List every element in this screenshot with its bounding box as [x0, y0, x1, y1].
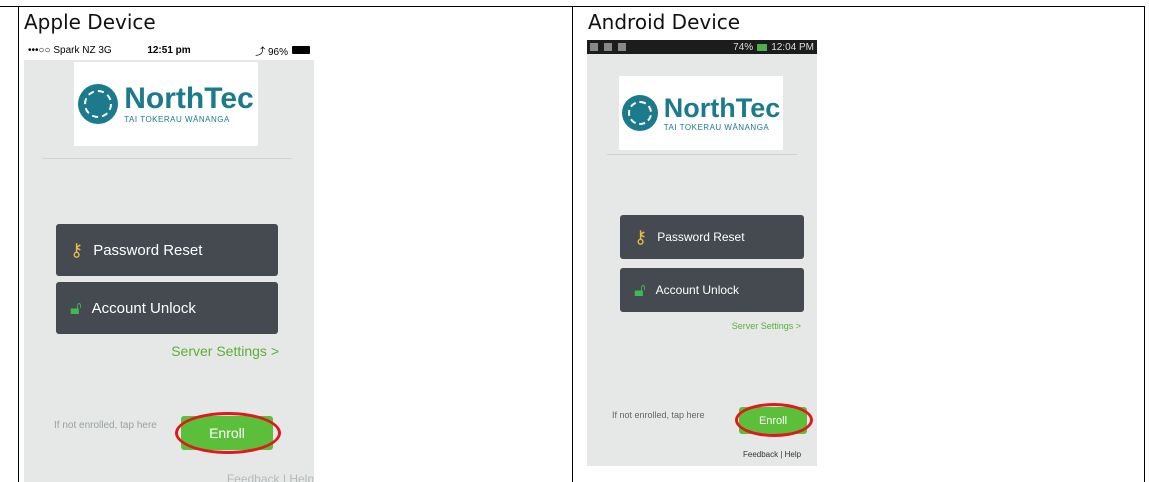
status-time: 12:04 PM [771, 41, 814, 53]
key-icon: ⚷ [634, 227, 648, 247]
notification-icon [590, 43, 598, 51]
ios-status-bar: •••○○ Spark NZ 3G 12:51 pm ⤴ 96% [24, 40, 314, 60]
comparison-table: Apple Device Android Device •••○○ Spark … [0, 0, 1145, 482]
feedback-help-links[interactable]: Feedback | Help [743, 450, 801, 459]
status-battery-text: ⤴ 96% [255, 46, 288, 58]
northtec-logo: NorthTec TAI TOKERAU WĀNANGA [74, 62, 258, 146]
android-screen: 74% 12:04 PM NorthTec TAI TOKERAU WĀNANGA… [587, 40, 817, 466]
account-unlock-label: Account Unlock [655, 283, 740, 297]
enroll-button[interactable]: Enroll [181, 416, 273, 450]
table-border-left [18, 6, 19, 482]
lock-icon: 🔓︎ [70, 298, 82, 318]
divider [607, 154, 797, 155]
logo-tagline: TAI TOKERAU WĀNANGA [663, 122, 770, 132]
enroll-hint: If not enrolled, tap here [612, 410, 705, 420]
apple-device-heading: Apple Device [24, 10, 156, 34]
feedback-help-links[interactable]: Feedback | Help [227, 472, 314, 482]
globe-icon [621, 95, 658, 131]
image-icon [604, 43, 612, 51]
server-settings-link[interactable]: Server Settings > [732, 321, 801, 331]
account-unlock-button[interactable]: 🔓︎ Account Unlock [56, 282, 278, 334]
divider [42, 158, 292, 159]
northtec-logo: NorthTec TAI TOKERAU WĀNANGA [619, 76, 783, 150]
message-icon [618, 43, 626, 51]
logo-wordmark: NorthTec [663, 92, 781, 123]
account-unlock-label: Account Unlock [91, 299, 196, 317]
table-border-right [1144, 6, 1145, 482]
account-unlock-button[interactable]: 🔓︎ Account Unlock [620, 268, 804, 312]
key-icon: ⚷ [70, 240, 84, 260]
enroll-row: If not enrolled, tap here [54, 420, 157, 431]
battery-icon [292, 46, 310, 54]
password-reset-button[interactable]: ⚷ Password Reset [620, 215, 804, 259]
android-status-bar: 74% 12:04 PM [587, 40, 817, 54]
server-settings-link[interactable]: Server Settings > [171, 343, 279, 359]
enroll-button[interactable]: Enroll [739, 407, 807, 434]
android-device-heading: Android Device [588, 10, 741, 34]
status-battery-text: 74% [733, 41, 754, 53]
battery-icon [757, 43, 768, 51]
enroll-row: If not enrolled, tap here [612, 410, 705, 420]
logo-tagline: TAI TOKERAU WĀNANGA [124, 115, 230, 124]
lock-icon: 🔓︎ [634, 280, 646, 300]
globe-icon [78, 84, 119, 124]
password-reset-label: Password Reset [657, 230, 745, 244]
ios-screen: •••○○ Spark NZ 3G 12:51 pm ⤴ 96% NorthTe… [24, 40, 314, 482]
password-reset-label: Password Reset [93, 241, 203, 259]
password-reset-button[interactable]: ⚷ Password Reset [56, 224, 278, 276]
table-border-middle [572, 6, 573, 482]
enroll-hint: If not enrolled, tap here [54, 420, 157, 431]
status-time: 12:51 pm [147, 44, 191, 56]
signal-icon: •••○○ Spark NZ 3G [28, 44, 112, 56]
logo-wordmark: NorthTec [124, 82, 254, 115]
